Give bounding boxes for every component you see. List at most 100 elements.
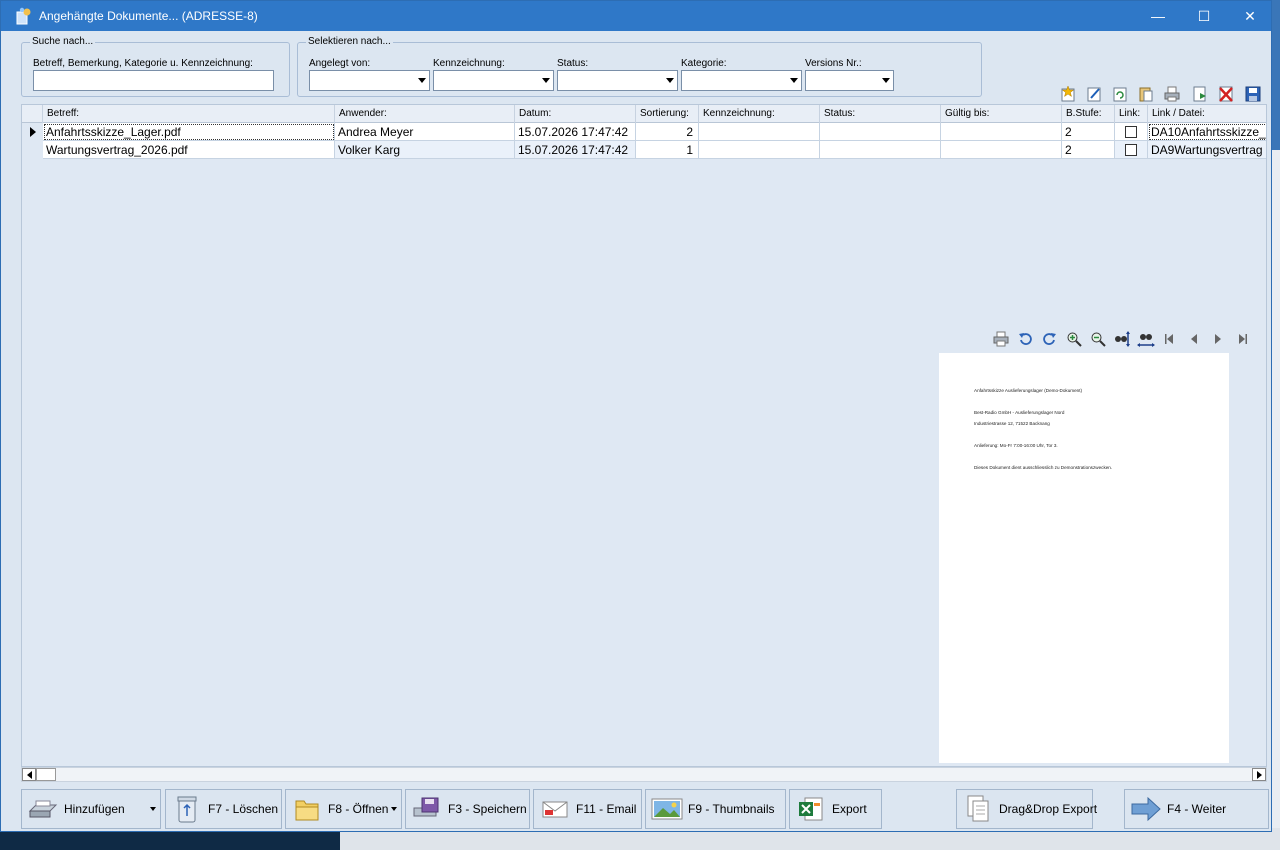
rotate-right-icon[interactable] bbox=[1040, 329, 1060, 349]
column-header-bstufe[interactable]: B.Stufe: bbox=[1062, 105, 1115, 123]
column-header-link-datei[interactable]: Link / Datei: bbox=[1148, 105, 1266, 123]
refresh-icon[interactable] bbox=[1110, 84, 1130, 104]
cell-gueltig-bis[interactable] bbox=[941, 123, 1062, 141]
preview-line: Industriestrasse 12, 71522 Backnang bbox=[974, 421, 1050, 426]
cell-bstufe[interactable]: 2 bbox=[1062, 141, 1115, 159]
filter-version-select[interactable] bbox=[805, 70, 894, 91]
search-label: Betreff, Bemerkung, Kategorie u. Kennzei… bbox=[33, 58, 253, 69]
scroll-left-button[interactable] bbox=[22, 768, 36, 781]
search-input[interactable] bbox=[33, 70, 274, 91]
document-preview-page: Anfahrtsskizze Auslieferungslager (Demo-… bbox=[939, 353, 1229, 763]
envelope-icon bbox=[538, 792, 572, 826]
cell-bstufe[interactable]: 2 bbox=[1062, 123, 1115, 141]
cell-kennzeichnung[interactable] bbox=[699, 141, 820, 159]
export-button[interactable]: Export bbox=[789, 789, 882, 829]
delete-button-label: F7 - Löschen bbox=[208, 802, 279, 816]
cell-link-datei[interactable]: DA10Anfahrtsskizze_ bbox=[1148, 123, 1266, 141]
link-checkbox[interactable] bbox=[1125, 144, 1137, 156]
export-button-label: Export bbox=[832, 802, 867, 816]
chevron-down-icon[interactable] bbox=[146, 790, 160, 828]
email-button[interactable]: F11 - Email bbox=[533, 789, 642, 829]
export-icon[interactable] bbox=[1190, 84, 1210, 104]
add-button-label: Hinzufügen bbox=[64, 802, 125, 816]
cell-gueltig-bis[interactable] bbox=[941, 141, 1062, 159]
column-header-gueltig-bis[interactable]: Gültig bis: bbox=[941, 105, 1062, 123]
new-document-icon[interactable] bbox=[1058, 84, 1078, 104]
save-file-button[interactable]: F3 - Speichern bbox=[405, 789, 530, 829]
column-header-betreff[interactable]: Betreff: bbox=[43, 105, 335, 123]
chevron-down-icon[interactable] bbox=[414, 71, 429, 90]
add-button[interactable]: Hinzufügen bbox=[21, 789, 161, 829]
image-icon bbox=[650, 792, 684, 826]
scroll-thumb[interactable] bbox=[36, 768, 56, 781]
table-row[interactable]: Wartungsvertrag_2026.pdf Volker Karg 15.… bbox=[22, 141, 1266, 159]
fit-width-icon[interactable] bbox=[1136, 329, 1156, 349]
thumbnails-button[interactable]: F9 - Thumbnails bbox=[645, 789, 786, 829]
filter-created-by-select[interactable] bbox=[309, 70, 430, 91]
column-header-sortierung[interactable]: Sortierung: bbox=[636, 105, 699, 123]
cell-sortierung[interactable]: 2 bbox=[636, 123, 699, 141]
arrow-right-icon bbox=[1256, 770, 1262, 779]
filter-status-select[interactable] bbox=[557, 70, 678, 91]
grid-header: Betreff: Anwender: Datum: Sortierung: Ke… bbox=[22, 105, 1266, 123]
table-row[interactable]: Anfahrtsskizze_Lager.pdf Andrea Meyer 15… bbox=[22, 123, 1266, 141]
delete-button[interactable]: F7 - Löschen bbox=[165, 789, 282, 829]
minimize-button[interactable]: — bbox=[1135, 1, 1181, 31]
preview-print-icon[interactable] bbox=[991, 329, 1011, 349]
prev-page-icon[interactable] bbox=[1184, 329, 1204, 349]
link-checkbox[interactable] bbox=[1125, 126, 1137, 138]
filter-category-select[interactable] bbox=[681, 70, 802, 91]
maximize-button[interactable]: ☐ bbox=[1181, 1, 1227, 31]
column-header-status[interactable]: Status: bbox=[820, 105, 941, 123]
zoom-out-icon[interactable] bbox=[1088, 329, 1108, 349]
delete-icon[interactable] bbox=[1216, 84, 1236, 104]
print-icon[interactable] bbox=[1162, 84, 1182, 104]
cell-kennzeichnung[interactable] bbox=[699, 123, 820, 141]
cell-sortierung[interactable]: 1 bbox=[636, 141, 699, 159]
chevron-down-icon[interactable] bbox=[878, 71, 893, 90]
save-icon[interactable] bbox=[1243, 84, 1263, 104]
cell-betreff[interactable]: Anfahrtsskizze_Lager.pdf bbox=[43, 123, 335, 141]
chevron-down-icon[interactable] bbox=[662, 71, 677, 90]
paste-icon[interactable] bbox=[1136, 84, 1156, 104]
cell-anwender[interactable]: Volker Karg bbox=[335, 141, 515, 159]
cell-datum[interactable]: 15.07.2026 17:47:42 bbox=[515, 141, 636, 159]
cell-status[interactable] bbox=[820, 141, 941, 159]
column-header-kennzeichnung[interactable]: Kennzeichnung: bbox=[699, 105, 820, 123]
search-group: Suche nach... Betreff, Bemerkung, Katego… bbox=[21, 36, 290, 97]
close-button[interactable]: ✕ bbox=[1227, 1, 1273, 31]
continue-button[interactable]: F4 - Weiter bbox=[1124, 789, 1269, 829]
next-page-icon[interactable] bbox=[1208, 329, 1228, 349]
rotate-left-icon[interactable] bbox=[1015, 329, 1035, 349]
first-page-icon[interactable] bbox=[1159, 329, 1179, 349]
chevron-down-icon[interactable] bbox=[387, 790, 401, 828]
horizontal-scrollbar[interactable] bbox=[21, 767, 1267, 782]
cell-status[interactable] bbox=[820, 123, 941, 141]
last-page-icon[interactable] bbox=[1233, 329, 1253, 349]
cell-anwender[interactable]: Andrea Meyer bbox=[335, 123, 515, 141]
preview-line: Anfahrtsskizze Auslieferungslager (Demo-… bbox=[974, 388, 1082, 393]
chevron-down-icon[interactable] bbox=[786, 71, 801, 90]
cell-link[interactable] bbox=[1115, 141, 1148, 159]
zoom-in-icon[interactable] bbox=[1064, 329, 1084, 349]
cell-link-datei[interactable]: DA9Wartungsvertrag bbox=[1148, 141, 1266, 159]
filter-group-legend: Selektieren nach... bbox=[306, 36, 393, 47]
column-header-link[interactable]: Link: bbox=[1115, 105, 1148, 123]
chevron-down-icon[interactable] bbox=[538, 71, 553, 90]
cell-link[interactable] bbox=[1115, 123, 1148, 141]
scanner-icon bbox=[26, 792, 60, 826]
scroll-right-button[interactable] bbox=[1252, 768, 1266, 781]
drag-drop-export-button[interactable]: Drag&Drop Export bbox=[956, 789, 1097, 829]
filter-marking-select[interactable] bbox=[433, 70, 554, 91]
column-header-anwender[interactable]: Anwender: bbox=[335, 105, 515, 123]
filter-group: Selektieren nach... Angelegt von: Kennze… bbox=[297, 36, 982, 97]
filter-status-label: Status: bbox=[557, 58, 589, 69]
arrow-left-icon bbox=[26, 770, 32, 779]
title-bar[interactable]: Angehängte Dokumente... (ADRESSE-8) — ☐ … bbox=[1, 1, 1271, 31]
column-header-datum[interactable]: Datum: bbox=[515, 105, 636, 123]
fit-height-icon[interactable] bbox=[1112, 329, 1132, 349]
open-button[interactable]: F8 - Öffnen bbox=[285, 789, 402, 829]
edit-icon[interactable] bbox=[1084, 84, 1104, 104]
cell-betreff[interactable]: Wartungsvertrag_2026.pdf bbox=[43, 141, 335, 159]
cell-datum[interactable]: 15.07.2026 17:47:42 bbox=[515, 123, 636, 141]
